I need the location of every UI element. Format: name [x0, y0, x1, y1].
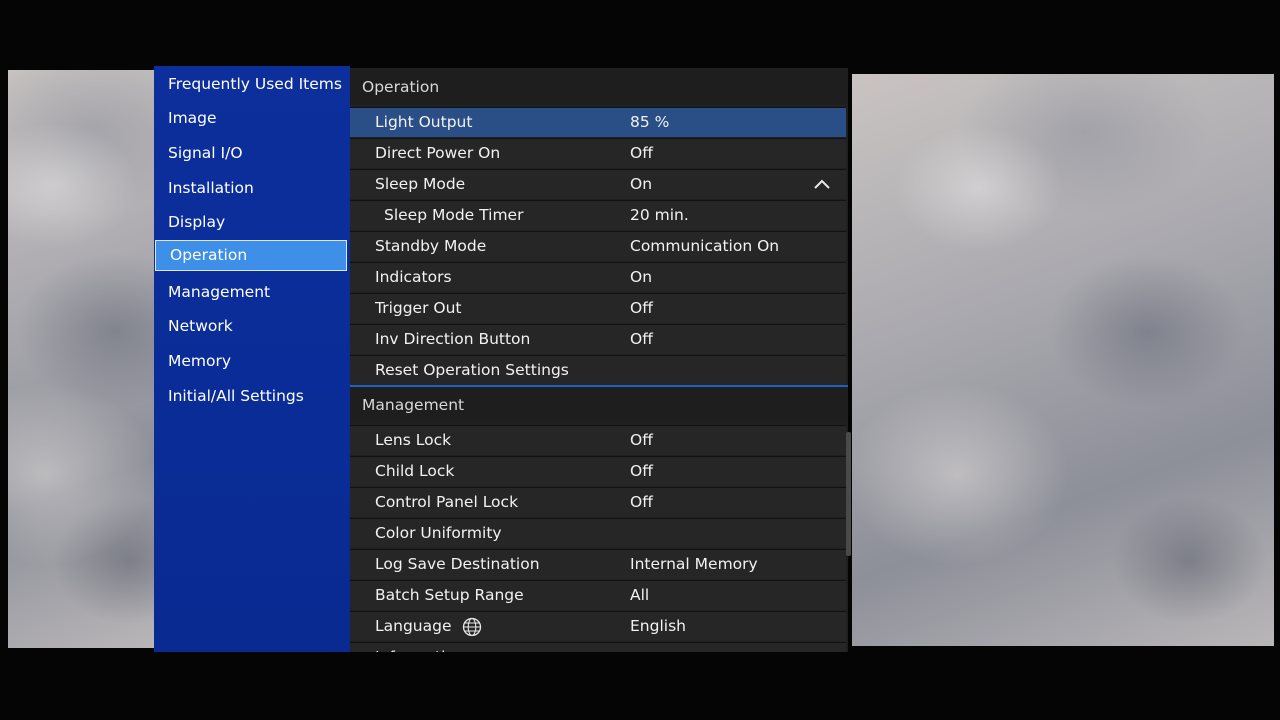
section-header-operation: Operation: [350, 70, 848, 104]
setting-label: Sleep Mode Timer: [384, 206, 524, 224]
section-header-management: Management: [350, 388, 848, 422]
setting-value: Communication On: [630, 237, 780, 255]
panel-scrollbar[interactable]: [846, 432, 851, 556]
chevron-up-icon[interactable]: [814, 179, 830, 189]
background-cloud-image-left: [8, 70, 160, 648]
sidebar-item-installation[interactable]: Installation: [168, 173, 348, 203]
background-cloud-image-right: [852, 74, 1274, 646]
setting-label: Control Panel Lock: [375, 493, 519, 511]
setting-row-inv-direction-button[interactable]: Inv Direction Button Off: [350, 324, 846, 354]
setting-value: Off: [630, 431, 653, 449]
setting-label: Trigger Out: [375, 299, 462, 317]
setting-row-color-uniformity[interactable]: Color Uniformity: [350, 518, 846, 548]
setting-value: 85 %: [630, 113, 670, 131]
setting-label: Reset Operation Settings: [375, 361, 569, 379]
setting-row-log-save-destination[interactable]: Log Save Destination Internal Memory: [350, 549, 846, 579]
sidebar-item-network[interactable]: Network: [168, 311, 348, 341]
setting-label: Information: [375, 643, 465, 652]
setting-row-child-lock[interactable]: Child Lock Off: [350, 456, 846, 486]
setting-row-standby-mode[interactable]: Standby Mode Communication On: [350, 231, 846, 261]
setting-row-light-output[interactable]: Light Output 85 %: [350, 107, 846, 137]
setting-row-reset-operation-settings[interactable]: Reset Operation Settings: [350, 355, 846, 385]
setting-row-sleep-mode[interactable]: Sleep Mode On: [350, 169, 846, 199]
setting-value: Off: [630, 462, 653, 480]
setting-row-sleep-mode-timer[interactable]: Sleep Mode Timer 20 min.: [350, 200, 846, 230]
setting-label: Light Output: [375, 113, 473, 131]
setting-value: Off: [630, 299, 653, 317]
sidebar-item-management[interactable]: Management: [168, 277, 348, 307]
setting-row-language[interactable]: Language English: [350, 611, 846, 641]
setting-row-batch-setup-range[interactable]: Batch Setup Range All: [350, 580, 846, 610]
sidebar-item-initial-all-settings[interactable]: Initial/All Settings: [168, 381, 348, 411]
setting-label: Batch Setup Range: [375, 586, 524, 604]
sidebar-item-memory[interactable]: Memory: [168, 346, 348, 376]
setting-label: Language: [375, 617, 452, 635]
setting-value: Off: [630, 144, 653, 162]
setting-value: Internal Memory: [630, 555, 758, 573]
section-divider: [350, 385, 848, 387]
setting-row-trigger-out[interactable]: Trigger Out Off: [350, 293, 846, 323]
setting-value: 20 min.: [630, 206, 689, 224]
sidebar-item-frequently-used[interactable]: Frequently Used Items: [168, 69, 348, 99]
setting-value: All: [630, 586, 650, 604]
setting-label: Direct Power On: [375, 144, 501, 162]
setting-value: English: [630, 617, 686, 635]
setting-label-with-icon: Language: [375, 612, 482, 641]
setting-label: Child Lock: [375, 462, 455, 480]
setting-label: Standby Mode: [375, 237, 487, 255]
setting-label: Sleep Mode: [375, 175, 466, 193]
setting-value: Off: [630, 493, 653, 511]
settings-panel: Operation Light Output 85 % Direct Power…: [350, 68, 848, 652]
setting-label: Color Uniformity: [375, 524, 502, 542]
setting-row-direct-power-on[interactable]: Direct Power On Off: [350, 138, 846, 168]
sidebar-item-display[interactable]: Display: [168, 207, 348, 237]
setting-row-control-panel-lock[interactable]: Control Panel Lock Off: [350, 487, 846, 517]
setting-value: On: [630, 268, 653, 286]
setting-value: Off: [630, 330, 653, 348]
setting-label: Indicators: [375, 268, 452, 286]
globe-icon: [463, 617, 482, 636]
sidebar-item-operation[interactable]: Operation: [155, 240, 347, 271]
setting-label: Lens Lock: [375, 431, 452, 449]
setting-label: Log Save Destination: [375, 555, 540, 573]
setting-value: On: [630, 175, 653, 193]
setting-row-indicators[interactable]: Indicators On: [350, 262, 846, 292]
sidebar-item-signal-io[interactable]: Signal I/O: [168, 138, 348, 168]
setting-row-information[interactable]: Information: [350, 642, 846, 652]
setting-label: Inv Direction Button: [375, 330, 531, 348]
menu-sidebar: Frequently Used Items Image Signal I/O I…: [154, 66, 350, 652]
setting-row-lens-lock[interactable]: Lens Lock Off: [350, 425, 846, 455]
sidebar-item-image[interactable]: Image: [168, 103, 348, 133]
